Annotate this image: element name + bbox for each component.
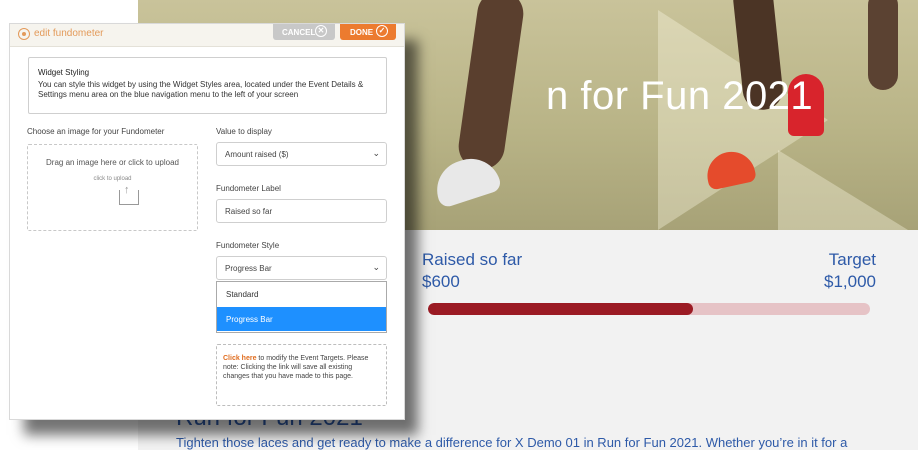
progress-bar-fill <box>428 303 694 315</box>
done-button-label: DONE <box>350 28 374 37</box>
chevron-down-icon: ⌄ <box>372 262 380 272</box>
image-label: Choose an image for your Fundometer <box>27 127 165 136</box>
value-display-selected: Amount raised ($) <box>225 150 289 159</box>
upload-tray-icon <box>119 190 139 205</box>
target-amount: $1,000 <box>824 272 876 291</box>
info-title: Widget Styling <box>38 68 90 77</box>
upload-subtext: click to upload <box>93 176 132 182</box>
chevron-down-icon: ⌄ <box>372 148 380 158</box>
article-text: Tighten those laces and get ready to mak… <box>176 435 848 450</box>
fundometer-label-input[interactable]: Raised so far <box>216 199 387 223</box>
style-option-label: Progress Bar <box>226 315 273 324</box>
info-body: You can style this widget by using the W… <box>38 80 364 99</box>
style-option-label: Standard <box>226 290 259 299</box>
runner-leg <box>868 0 898 90</box>
hero-decor-triangle <box>778 150 908 230</box>
cancel-button[interactable]: CANCEL ✕ <box>273 24 335 40</box>
raised-label: Raised so far <box>422 250 523 269</box>
value-display-select[interactable]: Amount raised ($) ⌄ <box>216 142 387 166</box>
fundometer-style-select[interactable]: Progress Bar ⌄ <box>216 256 387 280</box>
style-dropdown-list: Standard Progress Bar <box>216 281 387 333</box>
fundometer-style-label: Fundometer Style <box>216 241 280 250</box>
upload-instructions: Drag an image here or click to upload <box>46 158 179 167</box>
hero-title: n for Fun 2021 <box>546 74 814 118</box>
click-here-link[interactable]: Click here <box>223 355 256 362</box>
target-label: Target <box>828 250 876 269</box>
fundometer-style-selected: Progress Bar <box>225 264 272 273</box>
close-circle-icon: ✕ <box>315 25 327 37</box>
cancel-button-label: CANCEL <box>282 28 316 37</box>
event-targets-note: Click here to modify the Event Targets. … <box>216 344 387 406</box>
runner-leg <box>455 0 527 173</box>
value-display-label: Value to display <box>216 127 272 136</box>
done-button[interactable]: DONE ✓ <box>340 24 396 40</box>
fundometer-label-value: Raised so far <box>225 207 273 216</box>
style-option-standard[interactable]: Standard <box>217 282 386 306</box>
modal-header: edit fundometer CANCEL ✕ DONE ✓ <box>10 24 404 47</box>
raised-amount: $600 <box>422 272 460 291</box>
image-upload-dropzone[interactable]: Drag an image here or click to upload cl… <box>27 144 198 231</box>
edit-fundometer-modal: edit fundometer CANCEL ✕ DONE ✓ Widget S… <box>10 24 404 419</box>
fundometer-label-title: Fundometer Label <box>216 184 281 193</box>
modal-title: edit fundometer <box>34 28 104 39</box>
progress-bar <box>428 303 870 315</box>
check-circle-icon: ✓ <box>376 25 388 37</box>
widget-styling-info: Widget Styling You can style this widget… <box>28 57 387 114</box>
style-option-progress-bar[interactable]: Progress Bar <box>217 307 386 331</box>
gear-icon <box>18 28 30 40</box>
note-text: Click here to modify the Event Targets. … <box>223 354 379 381</box>
